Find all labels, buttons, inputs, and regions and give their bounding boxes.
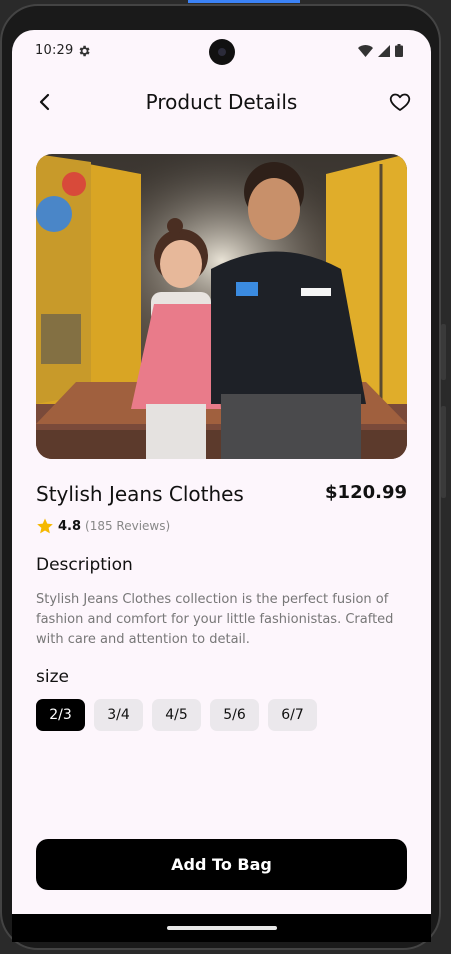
status-bar: 10:29: [12, 30, 431, 72]
size-heading: size: [36, 667, 69, 687]
description-text: Stylish Jeans Clothes collection is the …: [36, 592, 394, 647]
product-name: Stylish Jeans Clothes: [36, 482, 244, 506]
product-price: $120.99: [325, 482, 407, 503]
front-camera: [209, 39, 235, 65]
product-image: [36, 154, 407, 459]
size-option-5-6[interactable]: 5/6: [210, 699, 259, 731]
review-count: (185 Reviews): [85, 519, 171, 533]
star-icon: [37, 518, 53, 534]
phone-frame: 10:29 Product Details Stylish Jeans Clot…: [0, 4, 446, 950]
size-option-6-7[interactable]: 6/7: [268, 699, 317, 731]
description-heading: Description: [36, 555, 133, 575]
signal-icon: [378, 44, 390, 57]
size-selector: 2/3 3/4 4/5 5/6 6/7: [36, 699, 317, 731]
app-screen: 10:29 Product Details Stylish Jeans Clot…: [12, 30, 431, 914]
gear-icon: [79, 45, 90, 57]
wifi-icon: [358, 44, 373, 57]
size-option-3-4[interactable]: 3/4: [94, 699, 143, 731]
volume-button: [441, 406, 446, 498]
page-title: Product Details: [145, 90, 298, 114]
top-app-bar: Product Details: [12, 88, 431, 118]
add-to-bag-button[interactable]: Add To Bag: [36, 839, 407, 890]
rating-row: 4.8 (185 Reviews): [36, 517, 170, 535]
home-indicator[interactable]: [167, 926, 277, 930]
heart-outline-icon[interactable]: [388, 90, 412, 114]
power-button: [441, 324, 446, 380]
top-edge-strip: [188, 0, 300, 3]
product-photo: [36, 154, 407, 459]
system-nav-bar: [12, 914, 431, 942]
status-icons: [358, 44, 403, 57]
status-time: 10:29: [35, 43, 74, 58]
size-option-4-5[interactable]: 4/5: [152, 699, 201, 731]
battery-icon: [395, 44, 403, 57]
size-option-2-3[interactable]: 2/3: [36, 699, 85, 731]
rating-value: 4.8: [58, 518, 82, 534]
